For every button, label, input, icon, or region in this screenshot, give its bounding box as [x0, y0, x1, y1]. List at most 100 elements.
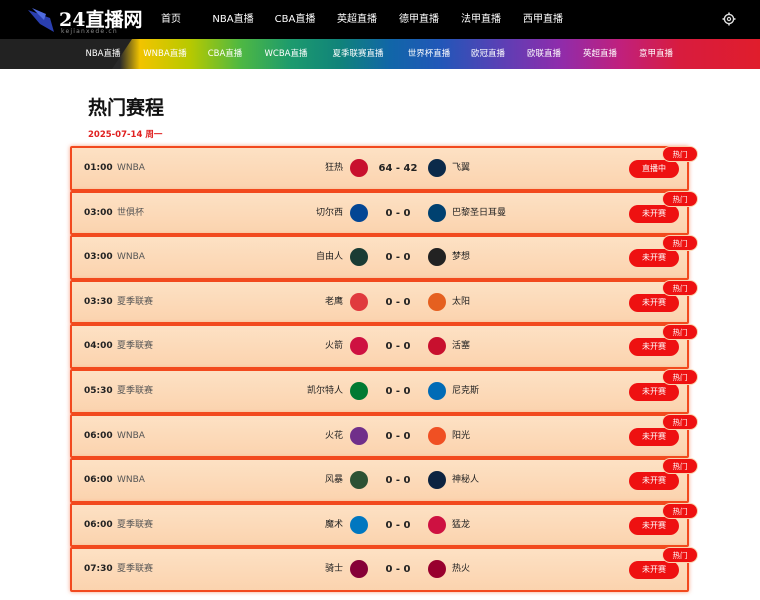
match-status-button[interactable]: 未开赛 [629, 249, 679, 268]
home-team-logo-icon[interactable] [350, 159, 368, 177]
site-logo[interactable]: 24直播网 kejianxede.cn [26, 2, 146, 36]
match-time: 05:30 [84, 385, 113, 396]
away-team-logo-icon[interactable] [428, 471, 446, 490]
match-status-button[interactable]: 未开赛 [629, 516, 679, 535]
match-row[interactable]: 06:00 WNBA 火花 0 - 0 阳光 未开赛 热门 [70, 413, 698, 459]
match-score: 0 - 0 [385, 296, 411, 308]
home-team-name[interactable]: 狂热 [325, 148, 343, 189]
match-score: 0 - 0 [385, 564, 411, 576]
away-team-logo-icon[interactable] [428, 337, 446, 356]
match-score: 0 - 0 [385, 341, 411, 353]
away-team-logo-icon[interactable] [428, 426, 446, 445]
home-team-name[interactable]: 老鹰 [325, 282, 343, 323]
subnav-item-nba[interactable]: NBA直播 [72, 39, 134, 69]
home-team-name[interactable]: 凯尔特人 [307, 371, 343, 412]
match-status-button[interactable]: 未开赛 [629, 382, 679, 401]
match-row[interactable]: 06:00 夏季联赛 魔术 0 - 0 猛龙 未开赛 热门 [70, 502, 698, 548]
match-league[interactable]: 世俱杯 [117, 193, 144, 234]
away-team-logo-icon[interactable] [428, 560, 446, 579]
away-team-name[interactable]: 神秘人 [452, 460, 479, 501]
away-team-name[interactable]: 巴黎圣日耳曼 [452, 193, 506, 234]
subnav-item-uel[interactable]: 欧联直播 [516, 39, 572, 69]
match-league[interactable]: 夏季联赛 [117, 282, 153, 323]
match-row[interactable]: 07:30 夏季联赛 骑士 0 - 0 热火 未开赛 热门 [70, 547, 698, 592]
away-team-logo-icon[interactable] [428, 515, 446, 534]
home-team-logo-icon[interactable] [350, 381, 368, 400]
match-score: 0 - 0 [385, 519, 411, 531]
home-team-name[interactable]: 火箭 [325, 326, 343, 367]
home-team-logo-icon[interactable] [350, 560, 368, 579]
away-team-logo-icon[interactable] [428, 381, 446, 400]
nav-item-ligue1[interactable]: 法甲直播 [450, 0, 512, 39]
match-row[interactable]: 06:00 WNBA 风暴 0 - 0 神秘人 未开赛 热门 [70, 458, 698, 503]
settings-gear-icon[interactable] [722, 12, 736, 26]
home-team-logo-icon[interactable] [350, 292, 368, 311]
match-league[interactable]: WNBA [117, 237, 145, 278]
match-league[interactable]: 夏季联赛 [117, 505, 153, 546]
hot-badge: 热门 [662, 235, 698, 252]
home-team-logo-icon[interactable] [350, 248, 368, 267]
home-team-name[interactable]: 骑士 [325, 549, 343, 590]
match-row[interactable]: 05:30 夏季联赛 凯尔特人 0 - 0 尼克斯 未开赛 热门 [70, 368, 698, 414]
home-team-name[interactable]: 风暴 [325, 460, 343, 501]
home-team-name[interactable]: 切尔西 [316, 193, 343, 234]
subnav-item-cba[interactable]: CBA直播 [196, 39, 254, 69]
match-time: 03:00 [84, 252, 113, 263]
match-league[interactable]: 夏季联赛 [117, 326, 153, 367]
subnav-item-seriea[interactable]: 意甲直播 [628, 39, 684, 69]
home-team-logo-icon[interactable] [350, 471, 368, 490]
home-team-logo-icon[interactable] [350, 515, 368, 534]
match-row[interactable]: 01:00 WNBA 狂热 64 - 42 飞翼 直播中 热门 [70, 146, 698, 191]
home-team-name[interactable]: 自由人 [316, 237, 343, 278]
match-row[interactable]: 03:00 世俱杯 切尔西 0 - 0 巴黎圣日耳曼 未开赛 热门 [70, 190, 698, 236]
subnav-item-summer-league[interactable]: 夏季联赛直播 [318, 39, 398, 69]
away-team-logo-icon[interactable] [428, 248, 446, 267]
nav-item-bundesliga[interactable]: 德甲直播 [388, 0, 450, 39]
home-team-name[interactable]: 火花 [325, 416, 343, 457]
match-league[interactable]: WNBA [117, 416, 145, 457]
away-team-logo-icon[interactable] [428, 203, 446, 222]
subnav-item-wnba[interactable]: WNBA直播 [134, 39, 196, 69]
nav-item-laliga[interactable]: 西甲直播 [512, 0, 574, 39]
subnav-item-world-cup[interactable]: 世界杯直播 [398, 39, 460, 69]
match-status-button[interactable]: 未开赛 [629, 561, 679, 580]
match-status-button[interactable]: 未开赛 [629, 427, 679, 446]
away-team-logo-icon[interactable] [428, 159, 446, 177]
away-team-name[interactable]: 猛龙 [452, 505, 470, 546]
nav-item-cba[interactable]: CBA直播 [264, 0, 326, 39]
nav-item-nba[interactable]: NBA直播 [202, 0, 264, 39]
away-team-name[interactable]: 热火 [452, 549, 470, 590]
match-status-button[interactable]: 未开赛 [629, 293, 679, 312]
away-team-name[interactable]: 活塞 [452, 326, 470, 367]
away-team-name[interactable]: 飞翼 [452, 148, 470, 189]
match-row[interactable]: 03:30 夏季联赛 老鹰 0 - 0 太阳 未开赛 热门 [70, 279, 698, 325]
nav-item-epl[interactable]: 英超直播 [326, 0, 388, 39]
match-status-button[interactable]: 未开赛 [629, 204, 679, 223]
match-time: 07:30 [84, 564, 113, 575]
home-team-logo-icon[interactable] [350, 337, 368, 356]
match-row[interactable]: 04:00 夏季联赛 火箭 0 - 0 活塞 未开赛 热门 [70, 324, 698, 369]
match-league[interactable]: 夏季联赛 [117, 371, 153, 412]
match-status-button[interactable]: 未开赛 [629, 338, 679, 357]
match-score: 0 - 0 [385, 430, 411, 442]
match-status-button[interactable]: 未开赛 [629, 472, 679, 491]
home-team-logo-icon[interactable] [350, 426, 368, 445]
home-team-logo-icon[interactable] [350, 203, 368, 222]
match-status-button[interactable]: 直播中 [629, 160, 679, 178]
match-row[interactable]: 03:00 WNBA 自由人 0 - 0 梦想 未开赛 热门 [70, 235, 698, 280]
match-league[interactable]: 夏季联赛 [117, 549, 153, 590]
away-team-name[interactable]: 太阳 [452, 282, 470, 323]
match-time: 03:30 [84, 296, 113, 307]
match-league[interactable]: WNBA [117, 460, 145, 501]
match-league[interactable]: WNBA [117, 148, 145, 189]
subnav-item-wcba[interactable]: WCBA直播 [254, 39, 318, 69]
subnav-item-epl[interactable]: 英超直播 [572, 39, 628, 69]
main-nav: 首页 NBA直播 CBA直播 英超直播 德甲直播 法甲直播 西甲直播 [140, 0, 574, 39]
away-team-name[interactable]: 梦想 [452, 237, 470, 278]
away-team-logo-icon[interactable] [428, 292, 446, 311]
away-team-name[interactable]: 阳光 [452, 416, 470, 457]
nav-item-home[interactable]: 首页 [140, 0, 202, 39]
away-team-name[interactable]: 尼克斯 [452, 371, 479, 412]
home-team-name[interactable]: 魔术 [325, 505, 343, 546]
subnav-item-ucl[interactable]: 欧冠直播 [460, 39, 516, 69]
